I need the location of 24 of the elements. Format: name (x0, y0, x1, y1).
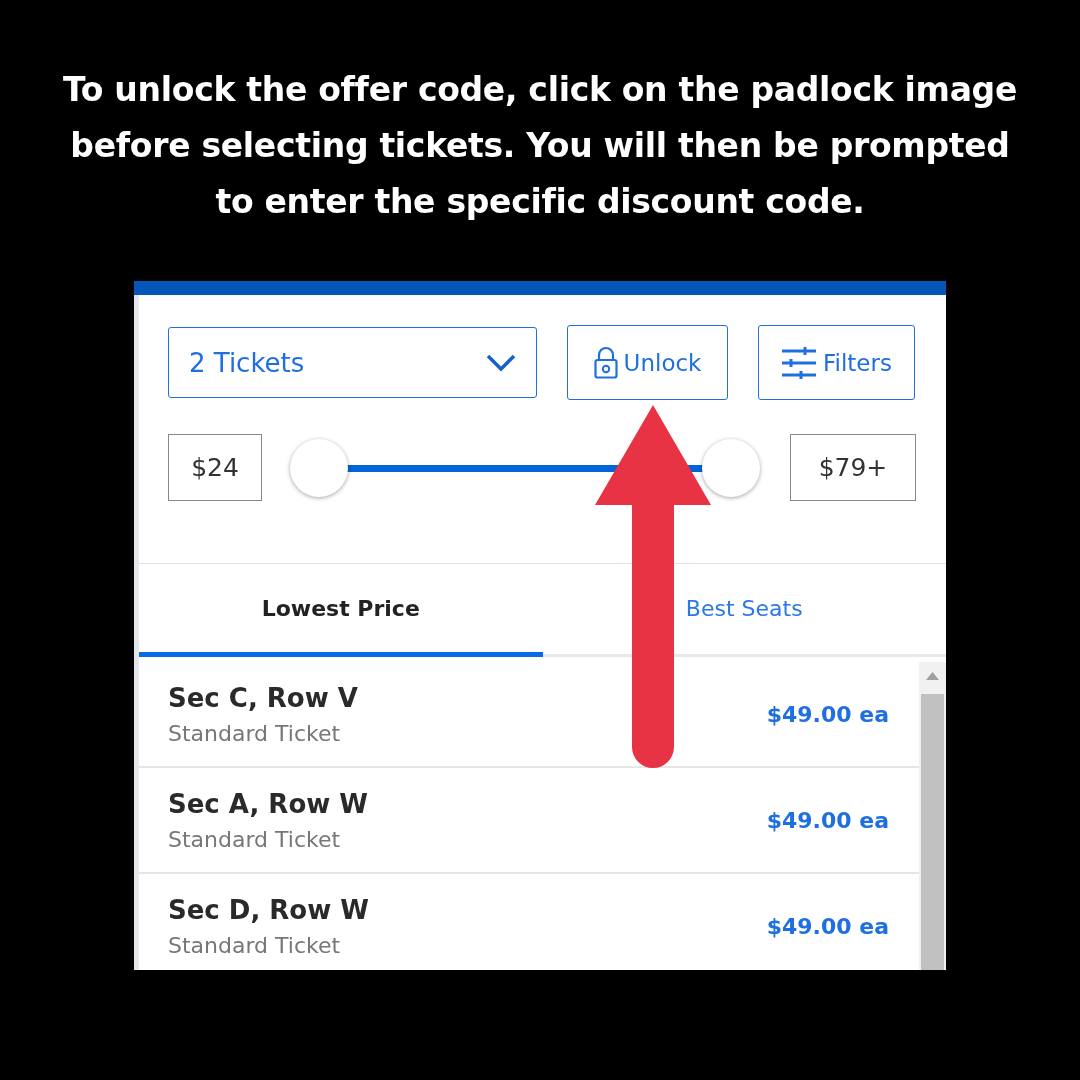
sliders-icon (781, 345, 817, 380)
ticket-price: $49.00 ea (766, 807, 889, 833)
ticket-quantity-dropdown[interactable]: 2 Tickets (168, 327, 537, 398)
scrollbar[interactable] (919, 662, 946, 970)
padlock-icon (593, 346, 618, 379)
seat-location: Sec D, Row W (168, 894, 369, 925)
ticket-price: $49.00 ea (766, 701, 889, 727)
min-price-field[interactable]: $24 (168, 434, 262, 501)
chevron-down-icon (486, 353, 516, 372)
sort-tab[interactable]: Best Seats (542, 564, 946, 657)
slider-handle[interactable] (702, 438, 760, 497)
max-price-field[interactable]: $79+ (790, 434, 916, 501)
slider-handle[interactable] (290, 438, 348, 497)
seat-location: Sec A, Row W (168, 788, 368, 819)
scroll-up-arrow-icon[interactable] (926, 672, 939, 680)
ticket-type: Standard Ticket (168, 932, 342, 958)
unlock-button[interactable]: Unlock (567, 325, 728, 400)
ticket-type: Standard Ticket (168, 720, 342, 746)
ticket-price: $49.00 ea (766, 913, 889, 939)
instruction-text: To unlock the offer code, click on the padlock image before selecting tickets. You will then be prompted to enter the specific discount code. (62, 69, 1018, 223)
seat-location: Sec C, Row V (168, 682, 358, 713)
ticket-type: Standard Ticket (168, 826, 342, 852)
filters-button[interactable]: Filters (758, 325, 915, 400)
sort-tab[interactable]: Lowest Price (139, 564, 543, 657)
